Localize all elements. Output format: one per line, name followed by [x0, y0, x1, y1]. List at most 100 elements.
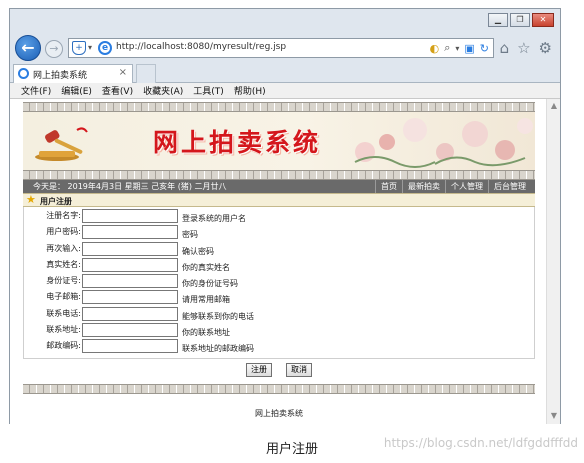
tab-title: 网上拍卖系统 [33, 71, 88, 81]
form-row-real-name: 真实姓名: 你的真实姓名 [24, 257, 534, 273]
scroll-down-arrow[interactable]: ▼ [551, 411, 557, 420]
section-header: ★ 用户注册 [23, 193, 535, 207]
field-hint: 确认密码 [182, 246, 214, 256]
nav-link-personal[interactable]: 个人管理 [445, 180, 488, 193]
scroll-up-arrow[interactable]: ▲ [551, 101, 557, 110]
postcode-input[interactable] [82, 339, 178, 354]
today-date: 今天是： 2019年4月3日 星期三 己亥年 (猪) 二月廿八 [33, 182, 227, 191]
nav-link-latest-auctions[interactable]: 最新拍卖 [402, 180, 445, 193]
title-bar: ▁ ❐ ✕ [10, 9, 560, 33]
flowers-icon [354, 118, 533, 168]
vertical-scrollbar[interactable]: ▲ ▼ [546, 99, 560, 424]
tab-close-icon[interactable]: × [119, 67, 127, 78]
compatibility-view-icon[interactable]: ◐ [430, 42, 440, 55]
decorative-border [23, 383, 535, 394]
field-label: 邮政编码: [46, 341, 81, 351]
real-name-input[interactable] [82, 257, 178, 272]
field-label: 真实姓名: [46, 259, 81, 269]
field-label: 注册名字: [46, 211, 81, 220]
field-label: 用户密码: [46, 227, 81, 237]
field-label: 联系电话: [46, 308, 81, 318]
field-label: 身份证号: [46, 276, 81, 286]
field-label: 再次输入: [46, 243, 81, 253]
chevron-down-icon[interactable]: ▾ [88, 43, 92, 52]
page-viewport: 网上拍卖系统 今天是： 2019年4月3日 星期三 己亥年 (猪) 二月廿八 首… [10, 99, 560, 424]
address-bar[interactable]: + ▾ e http://localhost:8080/myresult/reg… [68, 38, 494, 58]
tab-bar: 网上拍卖系统 × [10, 63, 560, 83]
site-banner: 网上拍卖系统 [23, 112, 535, 170]
banner-title: 网上拍卖系统 [153, 128, 322, 157]
form-row-password: 用户密码: 密码 [24, 224, 534, 240]
form-row-postcode: 邮政编码: 联系地址的邮政编码 [24, 338, 534, 354]
confirm-password-input[interactable] [82, 241, 178, 256]
field-label: 联系地址: [46, 325, 81, 335]
favorites-star-icon[interactable]: ☆ [517, 39, 530, 57]
menu-view[interactable]: 查看(V) [102, 84, 133, 97]
compat-page-icon[interactable]: ▣ [464, 42, 474, 55]
refresh-icon[interactable]: ↻ [480, 42, 489, 55]
form-row-address: 联系地址: 你的联系地址 [24, 322, 534, 338]
decorative-border [23, 170, 535, 180]
section-title: 用户注册 [40, 197, 72, 206]
field-hint: 请用常用邮箱 [182, 295, 230, 305]
url-text[interactable]: http://localhost:8080/myresult/reg.jsp [116, 42, 286, 52]
maximize-button[interactable]: ❐ [510, 13, 530, 27]
minimize-button[interactable]: ▁ [488, 13, 508, 27]
field-hint: 能够联系到你的电话 [182, 311, 254, 321]
search-icon[interactable]: ⌕ [444, 41, 450, 55]
browser-window: ▁ ❐ ✕ ← → + ▾ e http://localhost:8080/my… [9, 8, 561, 424]
forward-button[interactable]: → [45, 40, 63, 58]
password-input[interactable] [82, 225, 178, 240]
new-tab-button[interactable] [136, 64, 156, 83]
back-button[interactable]: ← [15, 35, 41, 61]
email-input[interactable] [82, 290, 178, 305]
field-hint: 你的联系地址 [182, 328, 230, 338]
menu-favorites[interactable]: 收藏夹(A) [143, 84, 183, 97]
field-hint: 密码 [182, 230, 198, 240]
form-row-phone: 联系电话: 能够联系到你的电话 [24, 306, 534, 322]
menu-bar: 文件(F) 编辑(E) 查看(V) 收藏夹(A) 工具(T) 帮助(H) [10, 83, 560, 99]
browser-toolbar-right: ⌂ ☆ ⚙ [500, 39, 552, 57]
nav-link-home[interactable]: 首页 [375, 180, 402, 193]
ie-logo-icon: e [98, 41, 112, 55]
menu-tools[interactable]: 工具(T) [193, 84, 224, 97]
id-number-input[interactable] [82, 274, 178, 289]
navigation-bar: ← → + ▾ e http://localhost:8080/myresult… [10, 33, 560, 63]
search-dropdown-icon[interactable]: ▾ [455, 44, 459, 53]
tab-active[interactable]: 网上拍卖系统 × [13, 64, 133, 83]
form-row-confirm-password: 再次输入: 确认密码 [24, 241, 534, 257]
field-hint: 你的身份证号码 [182, 279, 238, 289]
star-icon: ★ [26, 193, 36, 206]
field-hint: 联系地址的邮政编码 [182, 344, 254, 354]
tab-ie-icon [18, 68, 29, 79]
footer-text: 网上拍卖系统 [255, 408, 303, 418]
site-nav: 首页 最新拍卖 个人管理 后台管理 [375, 180, 531, 193]
decorative-border [23, 102, 535, 112]
window-controls: ▁ ❐ ✕ [488, 13, 554, 27]
web-page: 网上拍卖系统 今天是： 2019年4月3日 星期三 己亥年 (猪) 二月廿八 首… [23, 102, 535, 419]
form-row-id-number: 身份证号: 你的身份证号码 [24, 273, 534, 289]
menu-file[interactable]: 文件(F) [21, 84, 51, 97]
register-form: 注册名字: 登录系统的用户名 用户密码: 密码 再次输入: 确认密码 真实姓名: [23, 207, 535, 359]
form-row-email: 电子邮箱: 请用常用邮箱 [24, 289, 534, 305]
field-hint: 你的真实姓名 [182, 262, 230, 272]
menu-help[interactable]: 帮助(H) [234, 84, 266, 97]
username-input[interactable] [82, 209, 178, 223]
phone-input[interactable] [82, 306, 178, 321]
menu-edit[interactable]: 编辑(E) [61, 84, 92, 97]
register-button[interactable]: 注册 [246, 362, 272, 377]
address-input[interactable] [82, 323, 178, 338]
shield-icon[interactable]: + [72, 41, 86, 55]
close-window-button[interactable]: ✕ [532, 13, 554, 27]
cancel-button[interactable]: 取消 [286, 362, 312, 377]
address-tools: ◐ ⌕ ▾ ▣ ↻ [430, 41, 489, 55]
nav-link-admin[interactable]: 后台管理 [488, 180, 531, 193]
gear-icon[interactable]: ⚙ [539, 39, 552, 57]
info-bar: 今天是： 2019年4月3日 星期三 己亥年 (猪) 二月廿八 首页 最新拍卖 … [23, 180, 535, 193]
form-row-username: 注册名字: 登录系统的用户名 [24, 208, 534, 224]
form-actions: 注册 取消 [23, 359, 535, 381]
home-icon[interactable]: ⌂ [500, 39, 510, 57]
field-hint: 登录系统的用户名 [182, 214, 246, 223]
watermark: https://blog.csdn.net/ldfgddfffdd [383, 436, 578, 450]
gavel-icon [35, 127, 88, 161]
